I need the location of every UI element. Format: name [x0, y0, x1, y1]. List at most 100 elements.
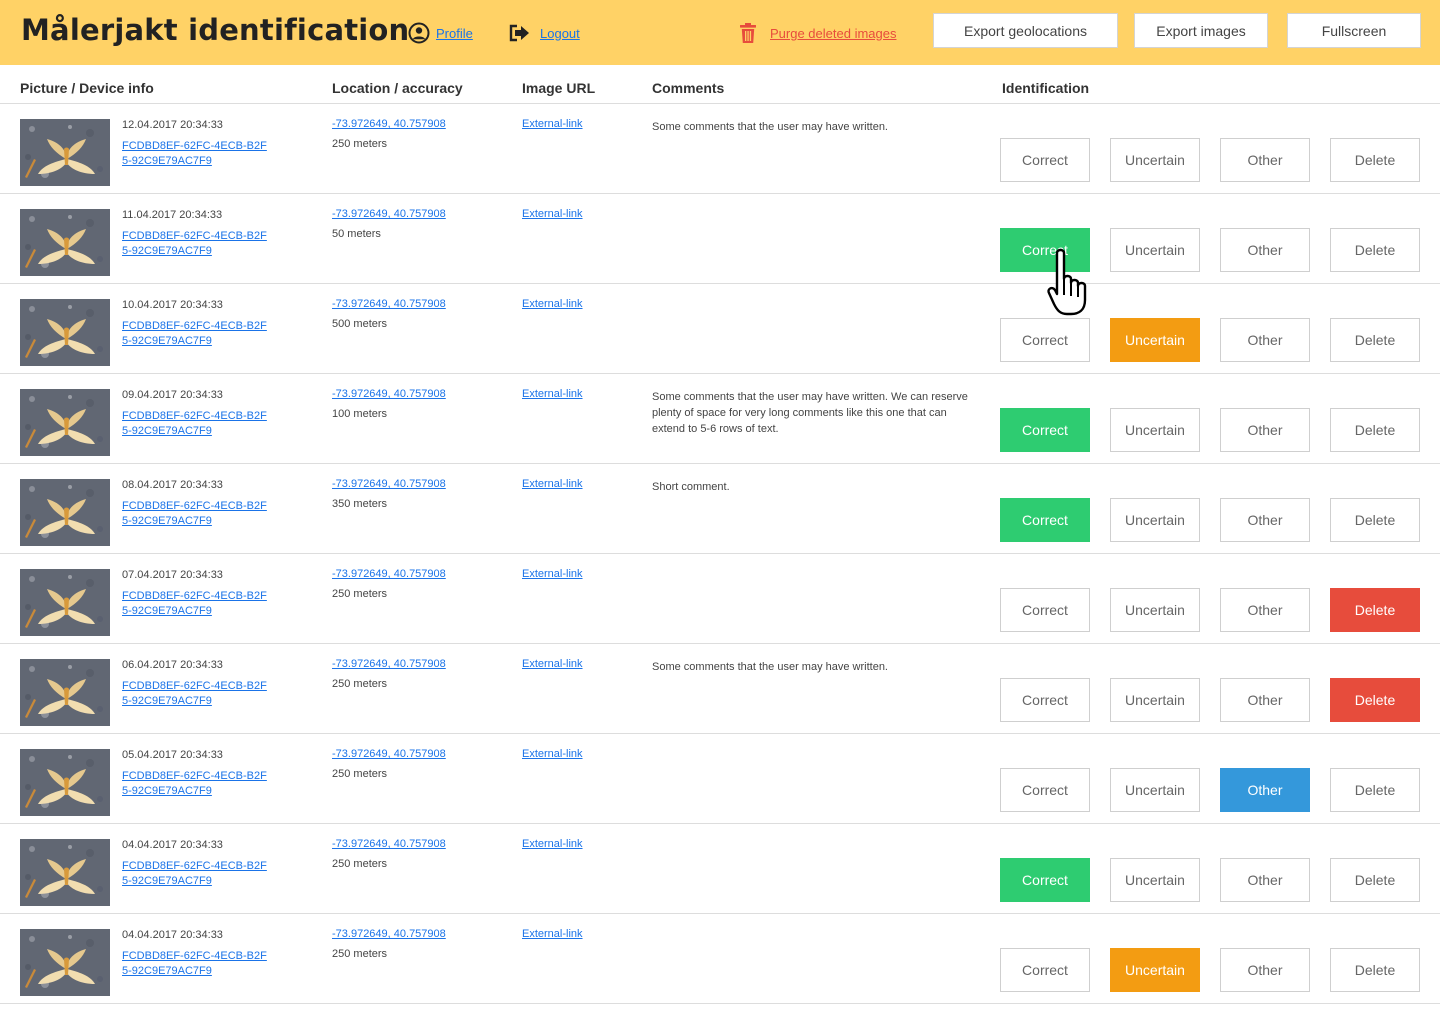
moth-thumbnail[interactable]: [20, 929, 110, 996]
other-button[interactable]: Other: [1220, 228, 1310, 272]
location-link[interactable]: -73.972649, 40.757908: [332, 748, 446, 760]
external-image-link[interactable]: External-link: [522, 928, 583, 940]
other-button[interactable]: Other: [1220, 318, 1310, 362]
uncertain-button[interactable]: Uncertain: [1110, 498, 1200, 542]
external-image-link[interactable]: External-link: [522, 118, 583, 130]
device-id-link[interactable]: FCDBD8EF-62FC-4ECB-B2F5-92C9E79AC7F9: [122, 409, 272, 439]
device-id-link[interactable]: FCDBD8EF-62FC-4ECB-B2F5-92C9E79AC7F9: [122, 679, 272, 709]
other-button[interactable]: Other: [1220, 678, 1310, 722]
comment-text: Some comments that the user may have wri…: [652, 391, 968, 435]
device-id-link[interactable]: FCDBD8EF-62FC-4ECB-B2F5-92C9E79AC7F9: [122, 859, 272, 889]
correct-button[interactable]: Correct: [1000, 318, 1090, 362]
table-row: 09.04.2017 20:34:33 FCDBD8EF-62FC-4ECB-B2…: [0, 374, 1440, 464]
device-id-link[interactable]: FCDBD8EF-62FC-4ECB-B2F5-92C9E79AC7F9: [122, 139, 272, 169]
external-image-link[interactable]: External-link: [522, 208, 583, 220]
uncertain-button[interactable]: Uncertain: [1110, 948, 1200, 992]
other-button[interactable]: Other: [1220, 498, 1310, 542]
moth-thumbnail[interactable]: [20, 659, 110, 726]
logout-link[interactable]: Logout: [508, 20, 580, 46]
moth-thumbnail[interactable]: [20, 749, 110, 816]
external-image-link[interactable]: External-link: [522, 478, 583, 490]
profile-link[interactable]: Profile: [408, 20, 473, 46]
external-image-link[interactable]: External-link: [522, 568, 583, 580]
moth-thumbnail[interactable]: [20, 569, 110, 636]
moth-thumbnail[interactable]: [20, 299, 110, 366]
moth-thumbnail[interactable]: [20, 479, 110, 546]
capture-date: 06.04.2017 20:34:33: [122, 659, 223, 671]
other-button[interactable]: Other: [1220, 768, 1310, 812]
delete-button[interactable]: Delete: [1330, 498, 1420, 542]
delete-button[interactable]: Delete: [1330, 318, 1420, 362]
location-link[interactable]: -73.972649, 40.757908: [332, 478, 446, 490]
correct-button[interactable]: Correct: [1000, 228, 1090, 272]
uncertain-button[interactable]: Uncertain: [1110, 318, 1200, 362]
column-header-picture: Picture / Device info: [20, 80, 154, 96]
device-id-link[interactable]: FCDBD8EF-62FC-4ECB-B2F5-92C9E79AC7F9: [122, 589, 272, 619]
moth-photo: [20, 839, 110, 906]
moth-thumbnail[interactable]: [20, 119, 110, 186]
correct-button[interactable]: Correct: [1000, 858, 1090, 902]
device-id-link[interactable]: FCDBD8EF-62FC-4ECB-B2F5-92C9E79AC7F9: [122, 769, 272, 799]
moth-thumbnail[interactable]: [20, 389, 110, 456]
location-link[interactable]: -73.972649, 40.757908: [332, 208, 446, 220]
delete-button[interactable]: Delete: [1330, 408, 1420, 452]
export-images-button[interactable]: Export images: [1134, 13, 1268, 48]
correct-button[interactable]: Correct: [1000, 768, 1090, 812]
capture-date: 11.04.2017 20:34:33: [122, 209, 223, 221]
uncertain-button[interactable]: Uncertain: [1110, 768, 1200, 812]
delete-button[interactable]: Delete: [1330, 138, 1420, 182]
delete-button[interactable]: Delete: [1330, 858, 1420, 902]
device-id-link[interactable]: FCDBD8EF-62FC-4ECB-B2F5-92C9E79AC7F9: [122, 229, 272, 259]
export-geolocations-button[interactable]: Export geolocations: [933, 13, 1118, 48]
uncertain-button[interactable]: Uncertain: [1110, 678, 1200, 722]
column-header-image-url: Image URL: [522, 80, 596, 96]
location-link[interactable]: -73.972649, 40.757908: [332, 658, 446, 670]
location-link[interactable]: -73.972649, 40.757908: [332, 298, 446, 310]
delete-button[interactable]: Delete: [1330, 768, 1420, 812]
delete-button[interactable]: Delete: [1330, 678, 1420, 722]
location-link[interactable]: -73.972649, 40.757908: [332, 568, 446, 580]
purge-deleted-link[interactable]: Purge deleted images: [738, 20, 896, 46]
accuracy: 100 meters: [332, 408, 388, 420]
location-link[interactable]: -73.972649, 40.757908: [332, 928, 446, 940]
location-link[interactable]: -73.972649, 40.757908: [332, 118, 446, 130]
delete-button[interactable]: Delete: [1330, 588, 1420, 632]
correct-button[interactable]: Correct: [1000, 138, 1090, 182]
delete-button[interactable]: Delete: [1330, 948, 1420, 992]
delete-button[interactable]: Delete: [1330, 228, 1420, 272]
uncertain-button[interactable]: Uncertain: [1110, 858, 1200, 902]
correct-button[interactable]: Correct: [1000, 588, 1090, 632]
uncertain-button[interactable]: Uncertain: [1110, 138, 1200, 182]
other-button[interactable]: Other: [1220, 588, 1310, 632]
uncertain-button[interactable]: Uncertain: [1110, 588, 1200, 632]
moth-photo: [20, 299, 110, 366]
external-image-link[interactable]: External-link: [522, 298, 583, 310]
correct-button[interactable]: Correct: [1000, 408, 1090, 452]
correct-button[interactable]: Correct: [1000, 948, 1090, 992]
location-link[interactable]: -73.972649, 40.757908: [332, 388, 446, 400]
other-button[interactable]: Other: [1220, 948, 1310, 992]
external-image-link[interactable]: External-link: [522, 748, 583, 760]
correct-button[interactable]: Correct: [1000, 498, 1090, 542]
fullscreen-button[interactable]: Fullscreen: [1287, 13, 1421, 48]
uncertain-button[interactable]: Uncertain: [1110, 408, 1200, 452]
external-image-link[interactable]: External-link: [522, 838, 583, 850]
profile-label: Profile: [436, 25, 473, 41]
external-image-link[interactable]: External-link: [522, 658, 583, 670]
device-id-link[interactable]: FCDBD8EF-62FC-4ECB-B2F5-92C9E79AC7F9: [122, 949, 272, 979]
location-link[interactable]: -73.972649, 40.757908: [332, 838, 446, 850]
moth-thumbnail[interactable]: [20, 209, 110, 276]
table-row: 08.04.2017 20:34:33 FCDBD8EF-62FC-4ECB-B2…: [0, 464, 1440, 554]
other-button[interactable]: Other: [1220, 858, 1310, 902]
correct-button[interactable]: Correct: [1000, 678, 1090, 722]
other-button[interactable]: Other: [1220, 138, 1310, 182]
uncertain-button[interactable]: Uncertain: [1110, 228, 1200, 272]
device-id-link[interactable]: FCDBD8EF-62FC-4ECB-B2F5-92C9E79AC7F9: [122, 319, 272, 349]
table-row: 04.04.2017 20:34:33 FCDBD8EF-62FC-4ECB-B2…: [0, 914, 1440, 1004]
device-id-link[interactable]: FCDBD8EF-62FC-4ECB-B2F5-92C9E79AC7F9: [122, 499, 272, 529]
top-bar: Målerjakt identification Profile Logout …: [0, 0, 1440, 65]
other-button[interactable]: Other: [1220, 408, 1310, 452]
external-image-link[interactable]: External-link: [522, 388, 583, 400]
moth-photo: [20, 659, 110, 726]
moth-thumbnail[interactable]: [20, 839, 110, 906]
